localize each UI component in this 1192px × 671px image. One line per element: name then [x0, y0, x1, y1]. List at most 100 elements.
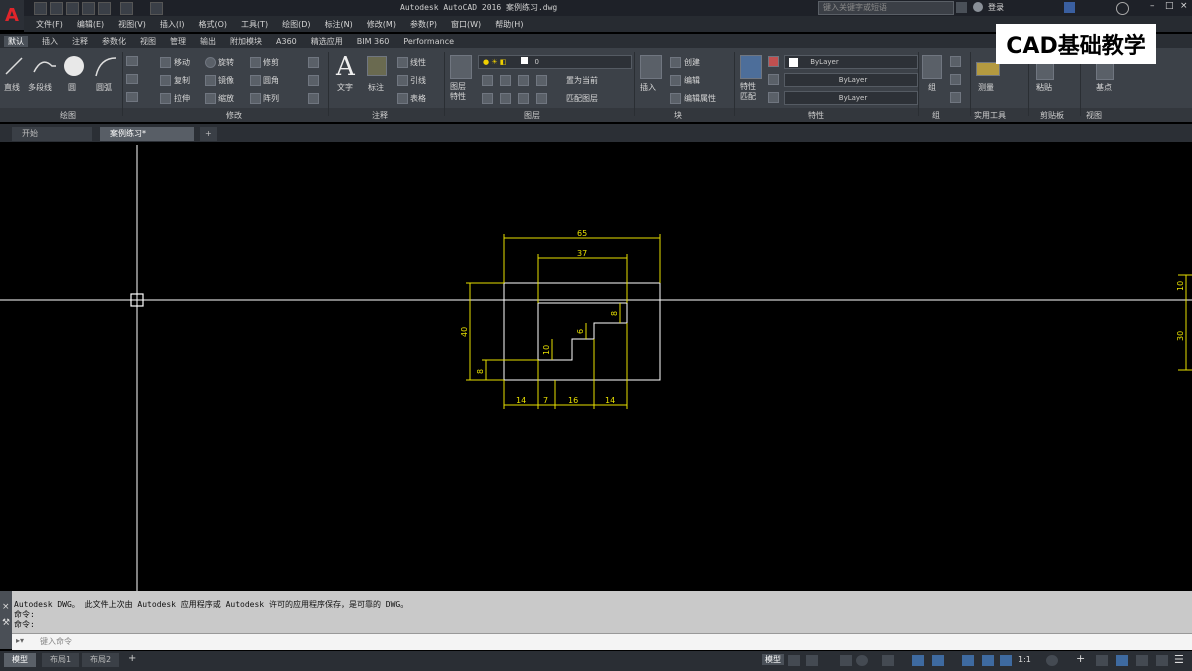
menu-file[interactable]: 文件(F): [36, 19, 63, 30]
customization-menu-icon[interactable]: ☰: [1174, 653, 1184, 666]
menu-parametric[interactable]: 参数(P): [410, 19, 437, 30]
dimension-button[interactable]: 标注: [368, 82, 384, 93]
auto-scale-icon[interactable]: [1000, 655, 1012, 666]
stretch-button[interactable]: 拉伸: [174, 93, 190, 104]
annotation-scale-dropdown[interactable]: 1:1: [1018, 655, 1031, 664]
group-tool-icon[interactable]: [950, 92, 961, 103]
arc-button[interactable]: 圆弧: [96, 82, 112, 93]
command-prompt-icon[interactable]: ▸▾: [16, 636, 24, 645]
utilities-panel-title[interactable]: 实用工具: [974, 110, 1006, 121]
layer-tool-icon[interactable]: [500, 75, 511, 86]
fillet-button[interactable]: 圆角: [263, 75, 279, 86]
layout-tab-1[interactable]: 布局1: [42, 653, 80, 667]
menu-edit[interactable]: 编辑(E): [77, 19, 104, 30]
drawing-canvas[interactable]: 65 37 40 8 8 6 10 14 7 16 14 10 30: [0, 145, 1192, 591]
layout-tab-model[interactable]: 模型: [4, 653, 36, 667]
text-button[interactable]: 文字: [337, 82, 353, 93]
array-button[interactable]: 阵列: [263, 93, 279, 104]
view-panel-title[interactable]: 视图: [1086, 110, 1102, 121]
paste-button[interactable]: 粘贴: [1036, 82, 1052, 93]
isolate-objects-icon[interactable]: [1156, 655, 1168, 666]
snap-icon[interactable]: [806, 655, 818, 666]
layers-panel-title[interactable]: 图层: [524, 110, 540, 121]
close-icon[interactable]: ×: [1180, 1, 1188, 11]
menu-help[interactable]: 帮助(H): [495, 19, 523, 30]
open-icon[interactable]: [50, 2, 63, 15]
autocad-logo-icon[interactable]: A: [0, 0, 24, 30]
model-space-button[interactable]: 模型: [762, 654, 784, 665]
layer-tool-icon[interactable]: [500, 93, 511, 104]
explode-icon[interactable]: [308, 75, 319, 86]
layer-tool-icon[interactable]: [482, 93, 493, 104]
base-view-button[interactable]: 基点: [1096, 82, 1112, 93]
print-icon[interactable]: [98, 2, 111, 15]
add-layout-icon[interactable]: +: [128, 653, 136, 664]
save-icon[interactable]: [66, 2, 79, 15]
undo-icon[interactable]: [120, 2, 133, 15]
linear-button[interactable]: 线性: [410, 57, 426, 68]
units-icon[interactable]: [1096, 655, 1108, 666]
annotation-panel-title[interactable]: 注释: [372, 110, 388, 121]
color-dropdown[interactable]: ByLayer: [784, 55, 918, 69]
layer-dropdown[interactable]: ● ☀ ◧ 0: [478, 55, 632, 69]
circle-button[interactable]: 圆: [68, 82, 76, 93]
layer-tool-icon[interactable]: [482, 75, 493, 86]
groups-panel-title[interactable]: 组: [932, 110, 940, 121]
measure-button[interactable]: 测量: [978, 82, 994, 93]
object-snap-icon[interactable]: [912, 655, 924, 666]
tab-manage[interactable]: 管理: [170, 36, 186, 47]
menu-modify[interactable]: 修改(M): [367, 19, 396, 30]
command-input[interactable]: [12, 633, 1192, 650]
copy-button[interactable]: 复制: [174, 75, 190, 86]
layer-tool-icon[interactable]: [518, 75, 529, 86]
menu-insert[interactable]: 插入(I): [160, 19, 185, 30]
modify-panel-title[interactable]: 修改: [226, 110, 242, 121]
lock-ui-icon[interactable]: [1136, 655, 1148, 666]
workspace-gear-icon[interactable]: [1046, 655, 1058, 666]
tab-drawing-active[interactable]: 案例练习*: [100, 127, 194, 141]
edit-attributes-button[interactable]: 编辑属性: [684, 93, 716, 104]
tab-performance[interactable]: Performance: [403, 37, 454, 46]
tab-home[interactable]: 默认: [4, 35, 28, 47]
layout-tab-2[interactable]: 布局2: [82, 653, 120, 667]
rotate-button[interactable]: 旋转: [218, 57, 234, 68]
grid-icon[interactable]: [788, 655, 800, 666]
close-command-icon[interactable]: ×: [2, 602, 10, 612]
polyline-button[interactable]: 多段线: [28, 82, 52, 93]
region-icon[interactable]: [126, 92, 138, 102]
group-tool-icon[interactable]: [950, 56, 961, 67]
new-tab-button[interactable]: +: [200, 127, 217, 141]
redo-icon[interactable]: [150, 2, 163, 15]
tab-insert[interactable]: 插入: [42, 36, 58, 47]
offset-icon[interactable]: [308, 93, 319, 104]
set-current-button[interactable]: 置为当前: [566, 75, 598, 86]
group-tool-icon[interactable]: [950, 74, 961, 85]
annotation-monitor-icon[interactable]: +: [1076, 652, 1085, 665]
menu-draw[interactable]: 绘图(D): [282, 19, 310, 30]
tab-addins[interactable]: 附加模块: [230, 36, 262, 47]
lineweight-dropdown[interactable]: ByLayer: [784, 91, 918, 105]
tab-start[interactable]: 开始: [12, 127, 92, 141]
clipboard-panel-title[interactable]: 剪贴板: [1040, 110, 1064, 121]
login-link[interactable]: 登录: [988, 2, 1004, 13]
search-input[interactable]: 键入关键字或短语: [818, 1, 954, 15]
linetype-dropdown[interactable]: ByLayer: [784, 73, 918, 87]
polar-icon[interactable]: [856, 655, 868, 666]
isodraft-icon[interactable]: [882, 655, 894, 666]
tab-output[interactable]: 输出: [200, 36, 216, 47]
tab-featured-apps[interactable]: 精选应用: [311, 36, 343, 47]
line-button[interactable]: 直线: [4, 82, 20, 93]
wrench-icon[interactable]: ⚒: [2, 618, 10, 628]
mirror-button[interactable]: 镜像: [218, 75, 234, 86]
leader-button[interactable]: 引线: [410, 75, 426, 86]
snap-tracking-icon[interactable]: [932, 655, 944, 666]
tab-bim360[interactable]: BIM 360: [357, 37, 390, 46]
move-button[interactable]: 移动: [174, 57, 190, 68]
menu-dimension[interactable]: 标注(N): [325, 19, 353, 30]
new-icon[interactable]: [34, 2, 47, 15]
match-properties-button[interactable]: 特性匹配: [740, 82, 762, 102]
minimize-icon[interactable]: –: [1150, 1, 1155, 11]
save-as-icon[interactable]: [82, 2, 95, 15]
properties-panel-title[interactable]: 特性: [808, 110, 824, 121]
hatch-icon[interactable]: [126, 74, 138, 84]
